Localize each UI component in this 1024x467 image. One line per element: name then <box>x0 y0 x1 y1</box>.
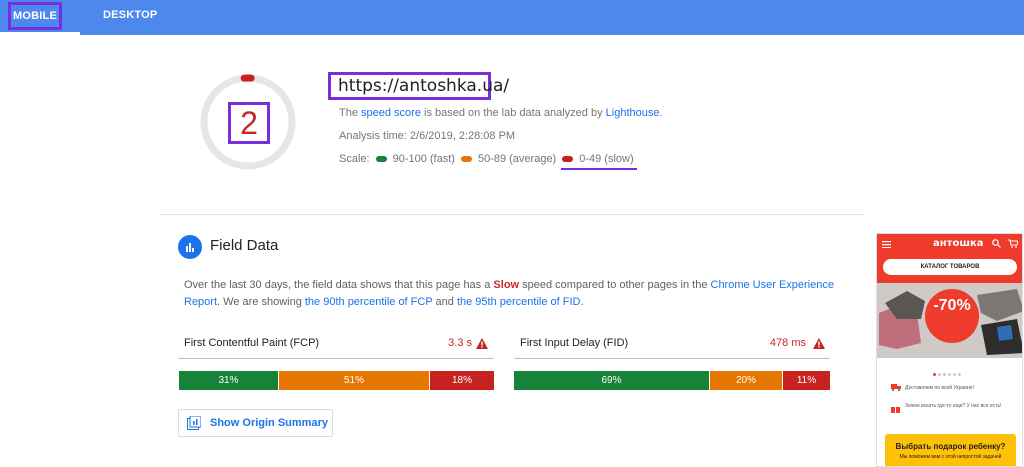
menu-icon <box>882 241 891 248</box>
cart-icon <box>1008 239 1018 248</box>
carousel-dot <box>948 373 951 376</box>
warning-icon <box>813 338 825 349</box>
summary-icon <box>187 416 201 430</box>
slow-scale-highlight <box>561 168 637 170</box>
fid-divider <box>514 358 830 359</box>
fcp-divider <box>178 358 494 359</box>
delivery-icon <box>891 384 901 391</box>
scale-average: 50-89 (average) <box>477 153 557 165</box>
scale-fast: 90-100 (fast) <box>392 153 455 165</box>
fcp-value: 3.3 s <box>448 337 472 349</box>
field-data-summary: Over the last 30 days, the field data sh… <box>184 277 834 311</box>
assortment-text: Зачем искать где-то еще? У нас все есть! <box>905 403 1002 409</box>
desc-mid: is based on the lab data analyzed by <box>420 107 606 119</box>
gift-promo-block: Выбрать подарок ребенку? Мы поможем вам … <box>885 434 1016 466</box>
show-origin-summary-label: Show Origin Summary <box>210 417 328 429</box>
section-divider <box>161 214 864 215</box>
carousel-dot <box>943 373 946 376</box>
analysis-time: Analysis time: 2/6/2019, 2:28:08 PM <box>339 130 516 142</box>
fcp-percentile-link[interactable]: the 90th percentile of FCP <box>305 296 433 308</box>
mobile-page-screenshot: антошка КАТАЛОГ ТОВАРОВ -70% Доставляем … <box>876 233 1023 467</box>
carousel-dot <box>938 373 941 376</box>
active-tab-indicator <box>0 32 80 35</box>
summary-part-1: Over the last 30 days, the field data sh… <box>184 279 494 291</box>
speed-score: 2 <box>228 102 270 144</box>
fid-value: 478 ms <box>769 337 806 349</box>
fcp-fast-bar: 31% <box>179 371 278 390</box>
page-url: https://antoshka.ua/ <box>328 72 509 100</box>
carousel-dot <box>933 373 936 376</box>
fid-average-bar: 20% <box>710 371 782 390</box>
scale-fast-marker <box>375 155 387 162</box>
fid-slow-bar: 11% <box>783 371 830 390</box>
discount-badge: -70% <box>925 289 979 343</box>
summary-part-4: and <box>432 296 457 308</box>
scale-average-marker <box>460 155 472 162</box>
gift-promo-subtitle: Мы поможем вам с этой непростой задачей <box>899 454 1002 460</box>
slow-label: Slow <box>493 279 520 291</box>
carousel-dots <box>933 363 963 381</box>
summary-part-3: . We are showing <box>217 296 305 308</box>
bar-chart-icon <box>178 235 202 259</box>
scale-slow-marker <box>562 155 574 162</box>
carousel-dot <box>953 373 956 376</box>
catalog-label: КАТАЛОГ ТОВАРОВ <box>920 264 980 270</box>
speed-score-link[interactable]: speed score <box>361 107 421 119</box>
gift-promo-title: Выбрать подарок ребенку? <box>895 442 1006 451</box>
summary-part-2: speed compared to other pages in the <box>519 279 711 291</box>
store-logo: антошка <box>933 238 984 249</box>
report-tab-bar: MOBILE DESKTOP <box>0 0 1024 35</box>
field-data-title: Field Data <box>210 237 279 254</box>
tab-mobile[interactable]: MOBILE <box>8 2 62 30</box>
carousel-dot <box>958 373 961 376</box>
tab-desktop[interactable]: DESKTOP <box>103 0 157 33</box>
summary-part-5: . <box>580 296 584 308</box>
phone-header: антошка КАТАЛОГ ТОВАРОВ <box>877 234 1022 283</box>
score-description: The speed score is based on the lab data… <box>339 107 663 119</box>
fcp-slow-bar: 18% <box>430 371 494 390</box>
scale-label: Scale: <box>339 153 370 165</box>
fid-label: First Input Delay (FID) <box>520 337 629 349</box>
delivery-text: Доставляем по всей Украине! <box>905 385 974 391</box>
desc-suffix: . <box>659 107 663 119</box>
fcp-average-bar: 51% <box>279 371 429 390</box>
gift-icon <box>891 404 900 413</box>
fcp-label: First Contentful Paint (FCP) <box>184 337 320 349</box>
desc-prefix: The <box>339 107 362 119</box>
catalog-button: КАТАЛОГ ТОВАРОВ <box>883 259 1017 275</box>
score-scale: Scale: 90-100 (fast) 50-89 (average) 0-49 (… <box>339 153 634 165</box>
search-icon <box>992 239 1001 248</box>
scale-slow: 0-49 (slow) <box>579 153 634 165</box>
show-origin-summary-button[interactable]: Show Origin Summary <box>178 409 333 437</box>
fid-fast-bar: 69% <box>514 371 709 390</box>
fid-percentile-link[interactable]: the 95th percentile of FID <box>457 296 581 308</box>
promo-banner: -70% <box>877 283 1022 358</box>
discount-value: -70% <box>933 297 971 314</box>
warning-icon <box>476 338 488 349</box>
lighthouse-link[interactable]: Lighthouse <box>606 107 660 119</box>
